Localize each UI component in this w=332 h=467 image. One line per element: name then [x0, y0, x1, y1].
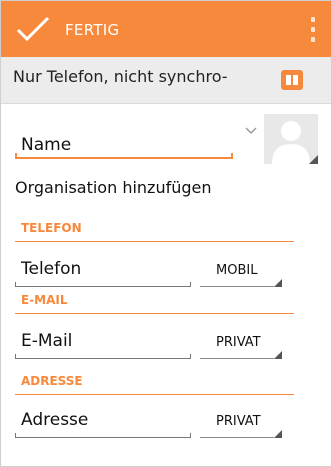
section-header-address: ADRESSE — [15, 372, 294, 395]
add-organization-link[interactable]: Organisation hinzufügen — [15, 178, 212, 197]
section-header-label: TELEFON — [21, 221, 82, 235]
email-type-spinner[interactable]: PRIVAT — [200, 327, 282, 359]
spinner-line — [200, 286, 274, 287]
done-button[interactable]: FERTIG — [1, 1, 141, 57]
contact-photo-icon[interactable] — [264, 114, 318, 164]
action-bar: FERTIG — [1, 1, 331, 57]
chevron-down-icon[interactable] — [245, 127, 257, 135]
spinner-line — [200, 437, 274, 438]
phone-type-spinner[interactable]: MOBIL — [200, 255, 282, 287]
email-type-label: PRIVAT — [216, 335, 261, 350]
email-field[interactable]: E-Mail — [15, 327, 191, 359]
done-label: FERTIG — [65, 21, 120, 39]
account-label: Nur Telefon, nicht synchro- — [13, 67, 228, 86]
phone-field[interactable]: Telefon — [15, 255, 191, 287]
overflow-menu-icon[interactable] — [305, 15, 321, 45]
dropdown-triangle-icon — [274, 351, 282, 359]
address-underline — [15, 433, 191, 438]
section-header-phone: TELEFON — [15, 219, 294, 242]
address-field[interactable]: Adresse — [15, 406, 191, 438]
address-type-label: PRIVAT — [216, 414, 261, 429]
dropdown-triangle-icon — [274, 279, 282, 287]
section-header-label: ADRESSE — [21, 374, 83, 388]
phone-type-label: MOBIL — [216, 263, 258, 278]
address-book-icon[interactable] — [281, 70, 303, 90]
phone-value: Telefon — [21, 259, 82, 279]
contact-editor: FERTIG Nur Telefon, nicht synchro- Name … — [0, 0, 332, 467]
check-icon — [16, 16, 50, 42]
email-underline — [15, 354, 191, 359]
section-header-label: E-MAIL — [21, 293, 68, 307]
section-header-email: E-MAIL — [15, 291, 294, 314]
name-underline — [15, 153, 233, 159]
spinner-line — [200, 358, 274, 359]
address-type-spinner[interactable]: PRIVAT — [200, 406, 282, 438]
phone-underline — [15, 282, 191, 287]
name-field[interactable]: Name — [15, 129, 233, 159]
photo-corner-indicator — [309, 155, 318, 164]
email-value: E-Mail — [21, 331, 73, 351]
name-value: Name — [21, 135, 72, 155]
dropdown-triangle-icon — [274, 430, 282, 438]
address-value: Adresse — [21, 410, 89, 430]
